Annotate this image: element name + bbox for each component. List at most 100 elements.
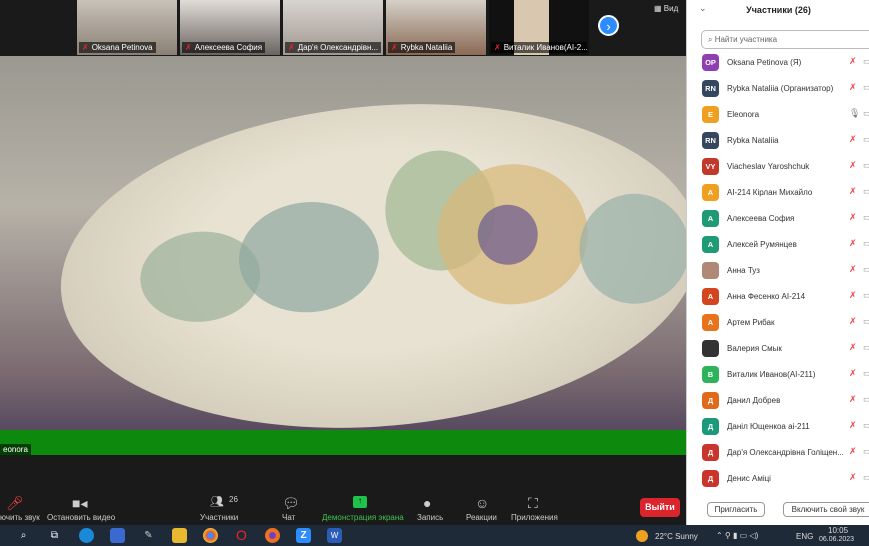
edge-icon[interactable]	[79, 528, 94, 543]
video-thumbnail[interactable]: ✗ Rybka Nataliia	[386, 0, 486, 55]
mic-muted-icon[interactable]: ✗	[849, 342, 857, 353]
mic-muted-icon[interactable]: ✗	[849, 394, 857, 405]
clock-time[interactable]: 10:05	[828, 526, 848, 535]
mic-muted-icon[interactable]: ✗	[849, 212, 857, 223]
mute-button[interactable]: ючить звук	[0, 513, 40, 522]
participant-row[interactable]: Д Данил Добрев ✗ ▭	[687, 388, 869, 414]
participant-row[interactable]: RN Rybka Nataliia ✗ ▭	[687, 128, 869, 154]
mic-muted-icon[interactable]: ✗	[849, 186, 857, 197]
participant-row[interactable]: RN Rybka Nataliia (Организатор) ✗ ▭	[687, 76, 869, 102]
participant-row[interactable]: Д Даніл Ющенкоа ai-211 ✗ ▭	[687, 414, 869, 440]
video-thumbnail[interactable]: ✗ Алексеева София	[180, 0, 280, 55]
video-off-icon[interactable]: ▭	[863, 420, 869, 431]
app-icon[interactable]: ✎	[141, 528, 156, 543]
avatar	[702, 262, 719, 279]
mic-muted-icon[interactable]: ✗	[849, 316, 857, 327]
mic-muted-icon[interactable]: ✗	[849, 290, 857, 301]
reactions-button[interactable]: Реакции	[466, 513, 497, 522]
video-off-icon[interactable]: ▭	[863, 316, 869, 327]
record-button[interactable]: Запись	[417, 513, 443, 522]
video-off-icon[interactable]: ▭	[863, 134, 869, 145]
participant-name: Oksana Petinova (Я)	[727, 58, 802, 67]
mic-muted-icon[interactable]: ✗	[849, 56, 857, 67]
task-view-icon[interactable]: ⧉	[47, 528, 62, 543]
leave-button[interactable]: Выйти	[640, 498, 680, 517]
participant-row[interactable]: А Артем Рибак ✗ ▭	[687, 310, 869, 336]
language-indicator[interactable]: ENG	[796, 532, 813, 541]
apps-icon[interactable]: ⛶	[528, 495, 538, 512]
participant-row[interactable]: Анна Туз ✗ ▭	[687, 258, 869, 284]
unmute-self-button[interactable]: Включить свой звук	[783, 502, 869, 517]
clock-date[interactable]: 06.06.2023	[819, 536, 854, 543]
video-camera-icon[interactable]: ■◂	[72, 495, 87, 512]
view-button[interactable]: ▦ Вид	[654, 4, 678, 13]
video-off-icon[interactable]: ▭	[863, 186, 869, 197]
mic-muted-icon[interactable]: ✗	[849, 420, 857, 431]
share-screen-icon[interactable]: ↑	[353, 496, 367, 508]
video-thumbnail[interactable]: ✗ Дар'я Олександрівн...	[283, 0, 383, 55]
word-icon[interactable]: W	[327, 528, 342, 543]
video-off-icon[interactable]: ▭	[863, 394, 869, 405]
mic-muted-icon[interactable]: ✗	[849, 160, 857, 171]
participant-row[interactable]: VY Viacheslav Yaroshchuk ✗ ▭	[687, 154, 869, 180]
video-thumbnail[interactable]: ✗ Oksana Petinova	[77, 0, 177, 55]
participant-row[interactable]: Д Дар'я Олександрівна Голіщен... ✗ ▭	[687, 440, 869, 466]
mic-muted-icon[interactable]: 🎤︎	[6, 495, 24, 512]
participants-icon[interactable]: 👥︎	[210, 495, 224, 508]
share-screen-button[interactable]: Демонстрация экрана	[322, 513, 404, 522]
avatar: Д	[702, 418, 719, 435]
participant-row[interactable]: В Виталик Иванов(AI-211) ✗ ▭	[687, 362, 869, 388]
search-input[interactable]: ⌕ Найти участника	[701, 30, 869, 49]
chat-button[interactable]: Чат	[282, 513, 295, 522]
video-off-icon[interactable]: ▭	[863, 82, 869, 93]
video-off-icon[interactable]: ▭	[863, 290, 869, 301]
firefox-icon[interactable]	[265, 528, 280, 543]
video-off-icon[interactable]: ▭	[863, 212, 869, 223]
video-off-icon[interactable]: ▭	[863, 56, 869, 67]
thumbnail-name: Дар'я Олександрівн...	[297, 43, 379, 52]
apps-button[interactable]: Приложения	[511, 513, 558, 522]
mic-muted-icon[interactable]: ✗	[849, 82, 857, 93]
mic-muted-icon[interactable]: ✗	[849, 472, 857, 483]
video-off-icon[interactable]: ▭	[863, 472, 869, 483]
video-off-icon[interactable]: ▭	[863, 160, 869, 171]
invite-button[interactable]: Пригласить	[707, 502, 765, 517]
participant-row[interactable]: A Алексеева София ✗ ▭	[687, 206, 869, 232]
reactions-icon[interactable]: ☺	[475, 495, 489, 511]
video-off-icon[interactable]: ▭	[863, 368, 869, 379]
video-off-icon[interactable]: ▭	[863, 108, 869, 119]
participants-button[interactable]: Участники	[200, 513, 238, 522]
video-off-icon[interactable]: ▭	[863, 264, 869, 275]
participant-row[interactable]: Д Денис Аміці ✗ ▭	[687, 466, 869, 492]
participant-row[interactable]: А Анна Фесенко AI-214 ✗ ▭	[687, 284, 869, 310]
mic-muted-icon[interactable]: ✗	[849, 134, 857, 145]
app-icon[interactable]	[110, 528, 125, 543]
video-off-icon[interactable]: ▭	[863, 446, 869, 457]
file-explorer-icon[interactable]	[172, 528, 187, 543]
next-page-button[interactable]: ›	[598, 15, 619, 36]
chat-icon[interactable]: 💬︎	[282, 495, 300, 512]
search-icon[interactable]: ⌕	[16, 528, 31, 543]
mic-muted-icon[interactable]: ✗	[849, 238, 857, 249]
video-off-icon[interactable]: ▭	[863, 238, 869, 249]
participant-row[interactable]: A Алексей Румянцев ✗ ▭	[687, 232, 869, 258]
chrome-icon[interactable]	[203, 528, 218, 543]
mic-muted-icon[interactable]: ✗	[849, 446, 857, 457]
participant-row[interactable]: A AI-214 Кірлан Михайло ✗ ▭	[687, 180, 869, 206]
video-off-icon[interactable]: ▭	[863, 342, 869, 353]
mic-muted-icon[interactable]: ✗	[849, 368, 857, 379]
record-icon[interactable]: ●	[423, 495, 431, 511]
participant-row[interactable]: Валерия Смык ✗ ▭	[687, 336, 869, 362]
system-tray-icons[interactable]: ⌃ ⚲ ▮ ▭ ◁)	[716, 531, 758, 540]
weather-text[interactable]: 22°C Sunny	[655, 532, 698, 541]
stop-video-button[interactable]: Остановить видео	[47, 513, 115, 522]
video-thumbnail[interactable]: ✗ Виталик Иванов(AI-2...	[489, 0, 589, 55]
mic-muted-icon[interactable]: ✗	[849, 264, 857, 275]
view-label: Вид	[663, 4, 679, 13]
participant-row[interactable]: E Eleonora 🎙︎ ▭	[687, 102, 869, 128]
opera-icon[interactable]: O	[234, 528, 249, 543]
mic-icon[interactable]: 🎙︎	[849, 108, 860, 119]
participant-name: Виталик Иванов(AI-211)	[727, 370, 816, 379]
zoom-icon[interactable]: Z	[296, 528, 311, 543]
participant-row[interactable]: OP Oksana Petinova (Я) ✗ ▭	[687, 50, 869, 76]
